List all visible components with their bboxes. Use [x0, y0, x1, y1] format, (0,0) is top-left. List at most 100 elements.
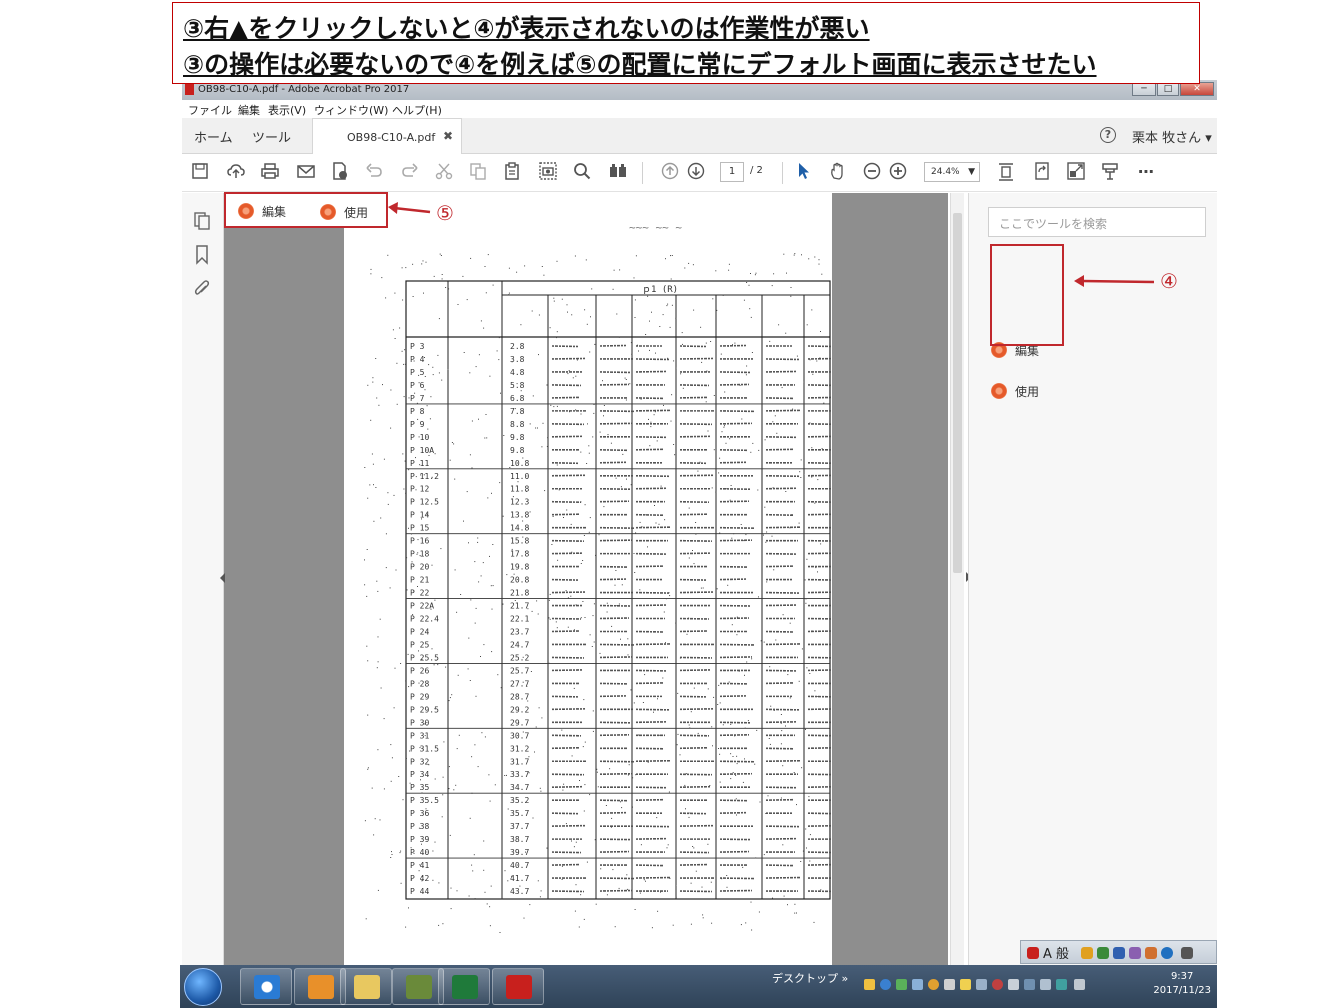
menu-window[interactable]: ウィンドウ(W): [314, 102, 388, 118]
tray-icon[interactable]: [912, 979, 923, 990]
menu-view[interactable]: 表示(V): [268, 102, 306, 118]
maximize-button[interactable]: □: [1157, 82, 1179, 96]
copy-icon[interactable]: [468, 162, 488, 182]
tray-icon[interactable]: [880, 979, 891, 990]
caps-icon[interactable]: [1181, 947, 1193, 959]
vertical-scrollbar[interactable]: [950, 193, 964, 965]
ime-mode[interactable]: A 般: [1043, 943, 1069, 962]
scan-noise-dot: [789, 622, 791, 624]
help-icon[interactable]: ?: [1100, 127, 1116, 143]
user-menu[interactable]: 栗本 牧さん ▾: [1132, 127, 1212, 146]
more-icon[interactable]: ⋯: [1136, 162, 1156, 182]
ime-tool-icon[interactable]: [1081, 947, 1093, 959]
zoom-in-icon[interactable]: [888, 162, 908, 182]
page-number-input[interactable]: 1: [720, 162, 744, 182]
snapshot-icon[interactable]: [538, 162, 558, 182]
tray-icon[interactable]: [1024, 979, 1035, 990]
taskbar-ie[interactable]: [240, 968, 292, 1005]
tray-icon[interactable]: [960, 979, 971, 990]
select-icon[interactable]: [794, 162, 814, 182]
close-tab-icon[interactable]: ✖: [443, 129, 453, 143]
bookmark-icon[interactable]: [192, 245, 212, 267]
scan-noise-dot: [715, 270, 717, 272]
taskbar-acrobat[interactable]: [492, 968, 544, 1005]
help-icon[interactable]: [1161, 947, 1173, 959]
system-clock[interactable]: 9:37 2017/11/23: [1153, 970, 1211, 998]
scan-noise-dot: [569, 411, 570, 413]
tray-icon[interactable]: [864, 979, 875, 990]
fit-page-icon[interactable]: [996, 162, 1016, 182]
scan-cell-mark: [635, 630, 664, 633]
document-viewport[interactable]: ｐ1 (R) P 3 2.8 P 4 3.8 P 5 4.8 P 6 5.8 P 7 6.8 P 8 7…: [220, 193, 948, 965]
tab-home[interactable]: ホーム: [194, 127, 233, 146]
menu-edit[interactable]: 編集: [238, 102, 260, 118]
scan-noise-dot: [735, 798, 737, 800]
desktop-toolbar[interactable]: デスクトップ »: [772, 970, 848, 986]
minimize-button[interactable]: ─: [1132, 82, 1156, 96]
tray-icon[interactable]: [896, 979, 907, 990]
full-screen-icon[interactable]: [1066, 162, 1086, 182]
scan-noise-dot: [537, 613, 539, 615]
attachment-icon[interactable]: [192, 279, 212, 301]
tool-search-input[interactable]: ここでツールを検索: [988, 207, 1206, 237]
desktop-label: デスクトップ: [772, 972, 838, 985]
start-button[interactable]: [184, 968, 222, 1006]
scan-noise-dot: [764, 439, 766, 441]
scrollbar-thumb[interactable]: [953, 213, 962, 573]
menu-help[interactable]: ヘルプ(H): [392, 102, 442, 118]
export-icon[interactable]: [330, 162, 350, 182]
tray-icon[interactable]: [928, 979, 939, 990]
ime-tool-icon[interactable]: [1113, 947, 1125, 959]
upload-icon[interactable]: [226, 162, 246, 182]
tray-icon[interactable]: [1008, 979, 1019, 990]
scan-noise-dot: [492, 284, 494, 286]
tray-icon[interactable]: [992, 979, 1003, 990]
rotate-icon[interactable]: [1032, 162, 1052, 182]
volume-icon[interactable]: [1074, 979, 1085, 990]
ime-tool-icon[interactable]: [1129, 947, 1141, 959]
scan-noise-dot: [796, 804, 797, 806]
taskbar-outlook[interactable]: [294, 968, 346, 1005]
scan-noise-dot: [599, 431, 601, 433]
page-up-icon[interactable]: [660, 162, 680, 182]
tray-icon[interactable]: [1040, 979, 1051, 990]
annotation-line-1: ③右▲をクリックしないと④が表示されないのは作業性が悪い: [183, 14, 870, 43]
taskbar-explorer[interactable]: [340, 968, 392, 1005]
ime-icon[interactable]: [1027, 947, 1039, 959]
stamp-icon[interactable]: [1100, 162, 1120, 182]
hand-icon[interactable]: [828, 162, 848, 182]
read-mode-icon[interactable]: [608, 162, 628, 182]
taskbar-excel[interactable]: [438, 968, 490, 1005]
zoom-out-icon[interactable]: [862, 162, 882, 182]
zoom-select[interactable]: 24.4% ▼: [924, 162, 980, 182]
ime-tool-icon[interactable]: [1097, 947, 1109, 959]
cut-icon[interactable]: [434, 162, 454, 182]
menu-file[interactable]: ファイル: [188, 102, 232, 118]
mail-icon[interactable]: [296, 162, 316, 182]
print-icon[interactable]: [260, 162, 280, 182]
tray-icon[interactable]: [976, 979, 987, 990]
tab-document[interactable]: OB98-C10-A.pdf ✖: [312, 118, 462, 154]
redo-icon[interactable]: [400, 162, 420, 182]
ime-tool-icon[interactable]: [1145, 947, 1157, 959]
scan-row-dim: 21.8: [510, 589, 529, 598]
taskbar-app[interactable]: [392, 968, 444, 1005]
page-down-icon[interactable]: [686, 162, 706, 182]
scan-cell-mark: [551, 396, 580, 399]
close-window-button[interactable]: ✕: [1180, 82, 1214, 96]
scan-noise-dot: [589, 634, 591, 636]
scan-noise-dot: [455, 784, 457, 786]
scan-noise-dot: [673, 444, 675, 445]
clipboard-icon[interactable]: [502, 162, 522, 182]
tray-icon[interactable]: [1056, 979, 1067, 990]
save-icon[interactable]: [190, 162, 210, 182]
scan-noise-dot: [600, 868, 602, 870]
find-icon[interactable]: [572, 162, 592, 182]
tray-icon[interactable]: [944, 979, 955, 990]
scan-noise-dot: [553, 300, 555, 302]
collapse-left-pane-icon[interactable]: [220, 573, 225, 583]
tab-tools[interactable]: ツール: [252, 127, 291, 146]
undo-icon[interactable]: [364, 162, 384, 182]
page-thumbnails-icon[interactable]: [192, 211, 212, 233]
scan-noise-dot: [500, 392, 501, 394]
